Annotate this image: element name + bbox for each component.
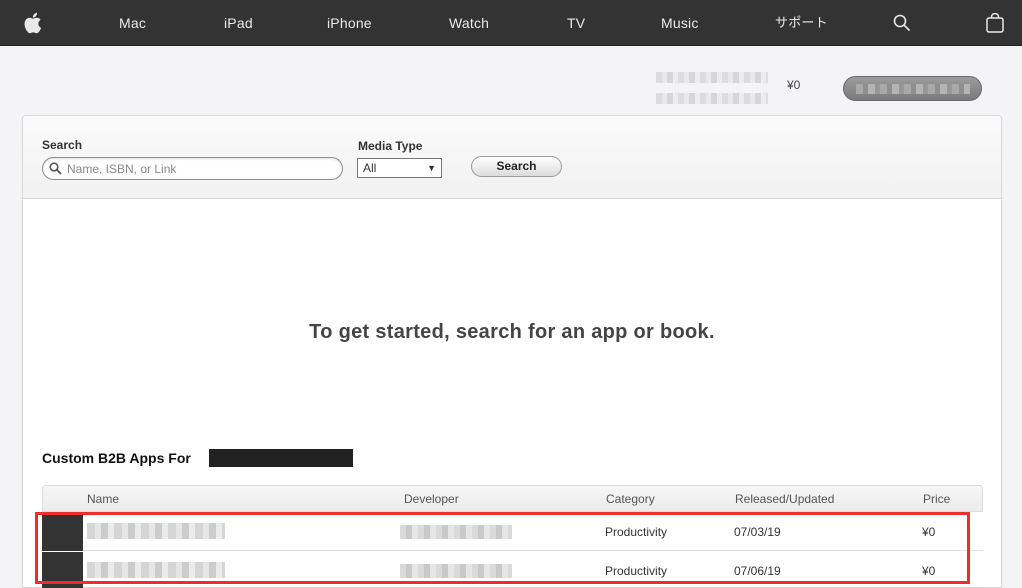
table-row[interactable]: Productivity 07/06/19 ¥0 — [42, 552, 983, 588]
search-toolbar: Search Media Type All ▼ Search — [23, 116, 1001, 199]
released-cell: 07/03/19 — [734, 525, 781, 539]
b2b-section-title: Custom B2B Apps For — [42, 450, 191, 466]
nav-item-watch[interactable]: Watch — [449, 0, 489, 46]
app-name-redacted[interactable] — [87, 562, 225, 578]
price-cell: ¥0 — [922, 525, 936, 539]
column-header-developer[interactable]: Developer — [404, 492, 459, 506]
nav-item-tv[interactable]: TV — [567, 0, 585, 46]
column-header-name[interactable]: Name — [87, 492, 119, 506]
nav-item-support[interactable]: サポート — [775, 0, 828, 46]
account-button-label-redacted — [856, 84, 970, 94]
search-field[interactable] — [42, 157, 343, 180]
account-button[interactable] — [843, 76, 982, 101]
column-header-category[interactable]: Category — [606, 492, 655, 506]
magnifier-icon — [49, 162, 62, 175]
category-cell: Productivity — [605, 564, 668, 578]
developer-name-redacted — [400, 525, 512, 539]
account-org-redacted — [656, 93, 768, 104]
nav-item-iphone[interactable]: iPhone — [327, 0, 372, 46]
bag-icon[interactable] — [986, 13, 1004, 33]
global-nav: Mac iPad iPhone Watch TV Music サポート — [0, 0, 1022, 46]
search-icon[interactable] — [893, 14, 911, 32]
search-button[interactable]: Search — [471, 156, 562, 177]
nav-item-music[interactable]: Music — [661, 0, 699, 46]
b2b-table-header: Name Developer Category Released/Updated… — [42, 485, 983, 512]
media-type-value: All — [363, 161, 377, 175]
empty-state-prompt: To get started, search for an app or boo… — [309, 321, 715, 343]
released-cell: 07/06/19 — [734, 564, 781, 578]
app-name-redacted[interactable] — [87, 523, 225, 539]
account-balance: ¥0 — [787, 78, 801, 92]
column-header-price[interactable]: Price — [923, 492, 950, 506]
app-icon — [42, 552, 83, 588]
price-cell: ¥0 — [922, 564, 936, 578]
search-input[interactable] — [67, 160, 337, 177]
developer-name-redacted — [400, 564, 512, 578]
media-type-select[interactable]: All ▼ — [357, 158, 442, 178]
dropdown-arrow-icon: ▼ — [427, 163, 436, 173]
nav-item-mac[interactable]: Mac — [119, 0, 146, 46]
category-cell: Productivity — [605, 525, 668, 539]
table-row[interactable]: Productivity 07/03/19 ¥0 — [42, 513, 983, 551]
main-panel: Search Media Type All ▼ Search To get st… — [22, 115, 1002, 588]
media-type-label: Media Type — [358, 139, 423, 153]
nav-item-ipad[interactable]: iPad — [224, 0, 253, 46]
organization-name-redacted — [209, 449, 353, 467]
apple-logo-icon[interactable] — [22, 12, 42, 34]
app-icon — [42, 513, 83, 551]
column-header-released[interactable]: Released/Updated — [735, 492, 834, 506]
search-label: Search — [42, 138, 83, 152]
account-name-redacted — [656, 72, 768, 83]
